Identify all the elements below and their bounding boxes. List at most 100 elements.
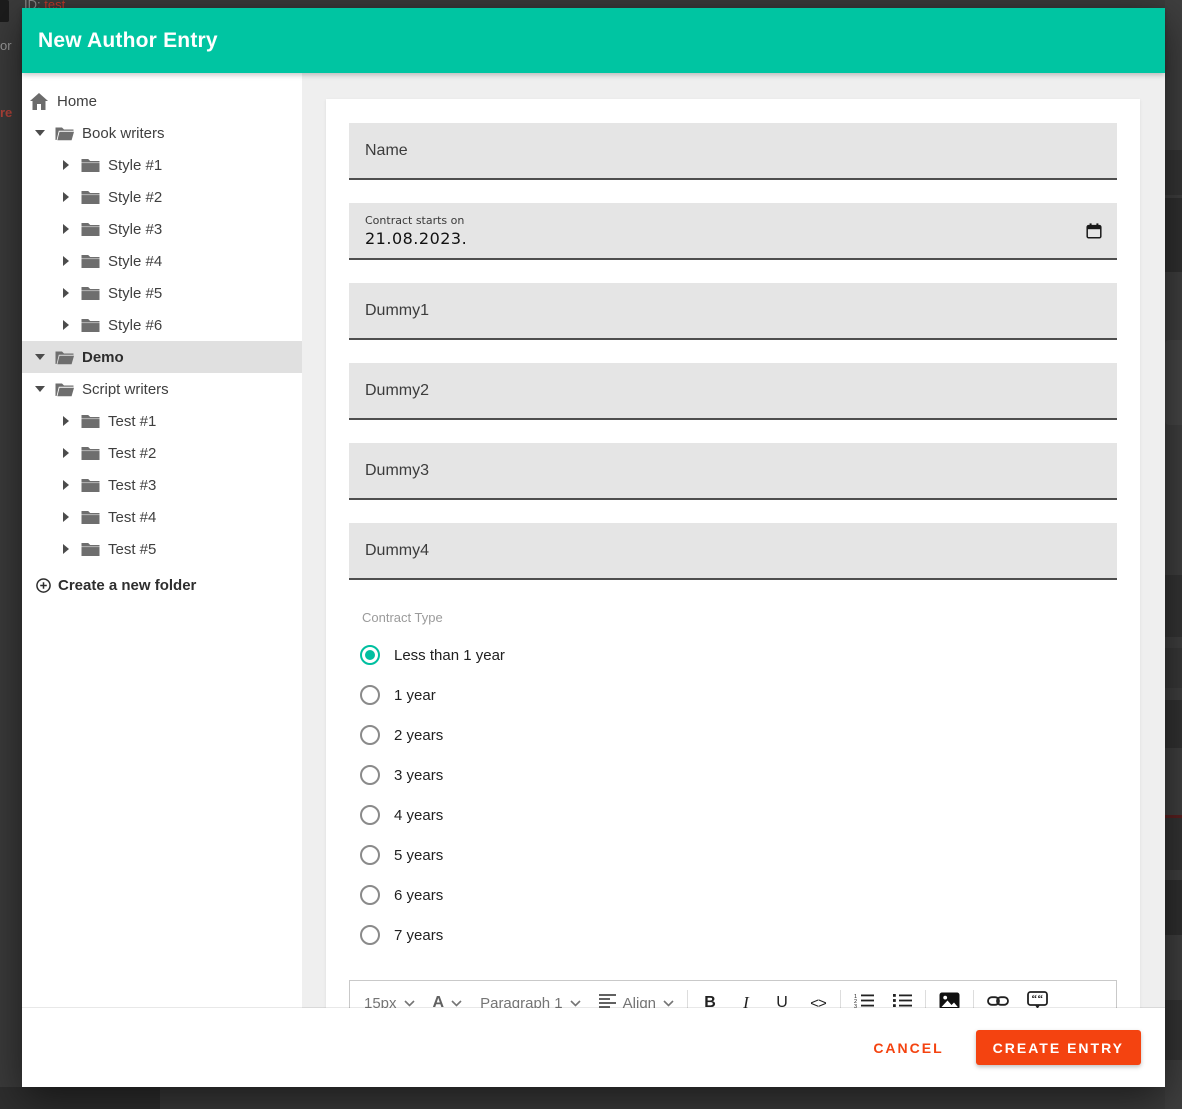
dialog-footer: CANCEL CREATE ENTRY (22, 1008, 1165, 1087)
background-button-fragment (0, 0, 9, 22)
cancel-button[interactable]: CANCEL (863, 1032, 953, 1064)
align-icon (599, 994, 616, 1008)
folder-icon (81, 509, 100, 525)
radio-option-label: 1 year (394, 687, 436, 704)
radio-option-7-years[interactable]: 7 years (349, 915, 1117, 955)
sidebar-item-style-1[interactable]: Style #1 (22, 149, 302, 181)
radio-option-less-than-1-year[interactable]: Less than 1 year (349, 635, 1117, 675)
dummy2-input[interactable]: Dummy2 (349, 363, 1117, 420)
dummy3-input[interactable]: Dummy3 (349, 443, 1117, 500)
radio-unselected-icon[interactable] (360, 765, 380, 785)
home-icon (30, 93, 48, 110)
expand-arrow-icon[interactable] (61, 256, 71, 266)
font-color-label: A (433, 994, 445, 1008)
collapse-arrow-icon[interactable] (35, 130, 45, 136)
chevron-down-icon (570, 1000, 581, 1007)
create-entry-button[interactable]: CREATE ENTRY (976, 1030, 1141, 1065)
collapse-arrow-icon[interactable] (35, 354, 45, 360)
expand-arrow-icon[interactable] (61, 192, 71, 202)
insert-image-button[interactable] (939, 992, 960, 1009)
create-folder-label: Create a new folder (58, 577, 196, 594)
radio-option-3-years[interactable]: 3 years (349, 755, 1117, 795)
sidebar-item-label: Test #4 (108, 509, 156, 526)
sidebar-item-label: Demo (82, 349, 124, 366)
radio-unselected-icon[interactable] (360, 805, 380, 825)
date-field-value: 21.08.2023. (365, 229, 467, 248)
sidebar-item-script-writers[interactable]: Script writers (22, 373, 302, 405)
font-size-select[interactable]: 15px (364, 995, 415, 1009)
dialog-header: New Author Entry (22, 8, 1165, 73)
expand-arrow-icon[interactable] (61, 448, 71, 458)
expand-arrow-icon[interactable] (61, 416, 71, 426)
radio-option-1-year[interactable]: 1 year (349, 675, 1117, 715)
folder-icon (81, 413, 100, 429)
align-select[interactable]: Align (599, 994, 674, 1008)
sidebar-item-home[interactable]: Home (22, 85, 302, 117)
contract-start-date-input[interactable]: Contract starts on 21.08.2023. (349, 203, 1117, 260)
svg-text:“: “ (1038, 993, 1044, 1005)
create-new-folder-button[interactable]: Create a new folder (22, 569, 302, 601)
name-placeholder: Name (365, 142, 408, 160)
folder-icon (81, 221, 100, 237)
radio-option-2-years[interactable]: 2 years (349, 715, 1117, 755)
italic-button[interactable]: I (737, 993, 755, 1008)
radio-unselected-icon[interactable] (360, 685, 380, 705)
radio-unselected-icon[interactable] (360, 845, 380, 865)
dummy4-input[interactable]: Dummy4 (349, 523, 1117, 580)
contract-type-label: Contract Type (362, 610, 1117, 625)
expand-arrow-icon[interactable] (61, 320, 71, 330)
expand-arrow-icon[interactable] (61, 160, 71, 170)
sidebar-item-demo[interactable]: Demo (22, 341, 302, 373)
dummy-fields: Dummy1 Dummy2 Dummy3 Dummy4 (349, 283, 1117, 580)
ordered-list-button[interactable]: 123 (854, 993, 874, 1008)
sidebar-item-test-4[interactable]: Test #4 (22, 501, 302, 533)
radio-option-5-years[interactable]: 5 years (349, 835, 1117, 875)
insert-link-button[interactable] (987, 994, 1009, 1009)
dummy1-input[interactable]: Dummy1 (349, 283, 1117, 340)
name-input[interactable]: Name (349, 123, 1117, 180)
radio-unselected-icon[interactable] (360, 725, 380, 745)
rich-text-editor[interactable]: 15px A Paragraph 1 (349, 980, 1117, 1008)
radio-option-6-years[interactable]: 6 years (349, 875, 1117, 915)
sidebar-item-book-writers[interactable]: Book writers (22, 117, 302, 149)
sidebar-item-label: Style #4 (108, 253, 162, 270)
expand-arrow-icon[interactable] (61, 544, 71, 554)
sidebar-item-style-4[interactable]: Style #4 (22, 245, 302, 277)
unordered-list-button[interactable] (892, 993, 912, 1008)
bold-button[interactable]: B (701, 994, 719, 1008)
expand-arrow-icon[interactable] (61, 480, 71, 490)
sidebar-item-style-2[interactable]: Style #2 (22, 181, 302, 213)
sidebar-item-style-5[interactable]: Style #5 (22, 277, 302, 309)
collapse-arrow-icon[interactable] (35, 386, 45, 392)
radio-unselected-icon[interactable] (360, 925, 380, 945)
contract-type-radio-group: Less than 1 year 1 year 2 years3 years 4 ye… (349, 635, 1117, 955)
sidebar-item-label: Style #3 (108, 221, 162, 238)
radio-option-4-years[interactable]: 4 years (349, 795, 1117, 835)
sidebar-item-test-1[interactable]: Test #1 (22, 405, 302, 437)
sidebar-item-style-6[interactable]: Style #6 (22, 309, 302, 341)
calendar-icon[interactable] (1086, 223, 1102, 239)
radio-option-label: 4 years (394, 807, 443, 824)
folder-icon (81, 285, 100, 301)
expand-arrow-icon[interactable] (61, 224, 71, 234)
field-placeholder: Dummy2 (365, 382, 429, 400)
sidebar-item-style-3[interactable]: Style #3 (22, 213, 302, 245)
add-circle-icon (36, 578, 51, 593)
sidebar-item-label: Book writers (82, 125, 165, 142)
sidebar-item-test-3[interactable]: Test #3 (22, 469, 302, 501)
radio-option-label: 5 years (394, 847, 443, 864)
font-color-select[interactable]: A (433, 994, 463, 1008)
sidebar-item-label: Style #1 (108, 157, 162, 174)
expand-arrow-icon[interactable] (61, 512, 71, 522)
folder-icon (81, 317, 100, 333)
code-button[interactable]: <> (809, 995, 827, 1009)
underline-button[interactable]: U (773, 994, 791, 1008)
radio-unselected-icon[interactable] (360, 885, 380, 905)
background-text-fragment: or (0, 38, 12, 53)
paragraph-style-select[interactable]: Paragraph 1 (480, 995, 581, 1009)
blockquote-button[interactable]: ““ (1027, 991, 1048, 1008)
radio-selected-icon[interactable] (360, 645, 380, 665)
sidebar-item-test-5[interactable]: Test #5 (22, 533, 302, 565)
sidebar-item-test-2[interactable]: Test #2 (22, 437, 302, 469)
expand-arrow-icon[interactable] (61, 288, 71, 298)
